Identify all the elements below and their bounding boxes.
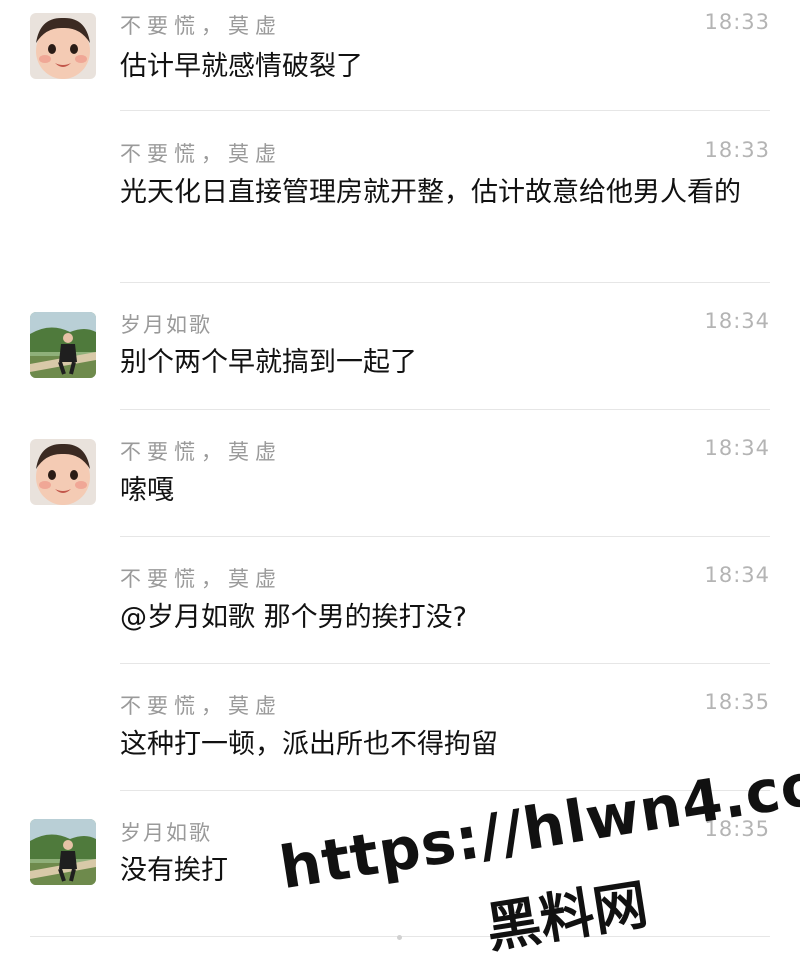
page-indicator-dot (397, 935, 402, 940)
message-time: 18:33 (704, 138, 770, 162)
message-text: 光天化日直接管理房就开整，估计故意给他男人看的 (120, 177, 741, 208)
divider (120, 663, 770, 664)
message-text: 别个两个早就搞到一起了 (120, 347, 417, 378)
sender-name: 岁月如歌 (120, 313, 212, 337)
sender-name: 岁月如歌 (120, 821, 212, 845)
chat-history-page: 不要慌，莫虚 18:33 估计早就感情破裂了 不要慌，莫虚 18:33 光天化日… (0, 0, 800, 953)
avatar[interactable] (30, 312, 96, 378)
sender-name: 不要慌，莫虚 (120, 14, 282, 38)
message-time: 18:35 (704, 690, 770, 714)
divider (120, 409, 770, 410)
message-time: 18:35 (704, 817, 770, 841)
outdoor-man-icon (30, 312, 96, 378)
divider (120, 536, 770, 537)
message-time: 18:34 (704, 436, 770, 460)
message-time: 18:34 (704, 309, 770, 333)
message-text: 嗦嘎 (120, 475, 174, 506)
baby-face-icon (30, 13, 96, 79)
sender-name: 不要慌，莫虚 (120, 567, 282, 591)
divider (120, 110, 770, 111)
divider (120, 790, 770, 791)
outdoor-man-icon (30, 819, 96, 885)
avatar[interactable] (30, 13, 96, 79)
baby-face-icon (30, 439, 96, 505)
message-text: @岁月如歌 那个男的挨打没? (120, 602, 467, 633)
message-text: 估计早就感情破裂了 (120, 51, 363, 82)
sender-name: 不要慌，莫虚 (120, 694, 282, 718)
avatar[interactable] (30, 439, 96, 505)
divider (120, 282, 770, 283)
sender-name: 不要慌，莫虚 (120, 440, 282, 464)
avatar[interactable] (30, 819, 96, 885)
message-text: 没有挨打 (120, 855, 228, 886)
sender-name: 不要慌，莫虚 (120, 142, 282, 166)
message-time: 18:34 (704, 563, 770, 587)
message-text: 这种打一顿，派出所也不得拘留 (120, 729, 498, 760)
message-time: 18:33 (704, 10, 770, 34)
